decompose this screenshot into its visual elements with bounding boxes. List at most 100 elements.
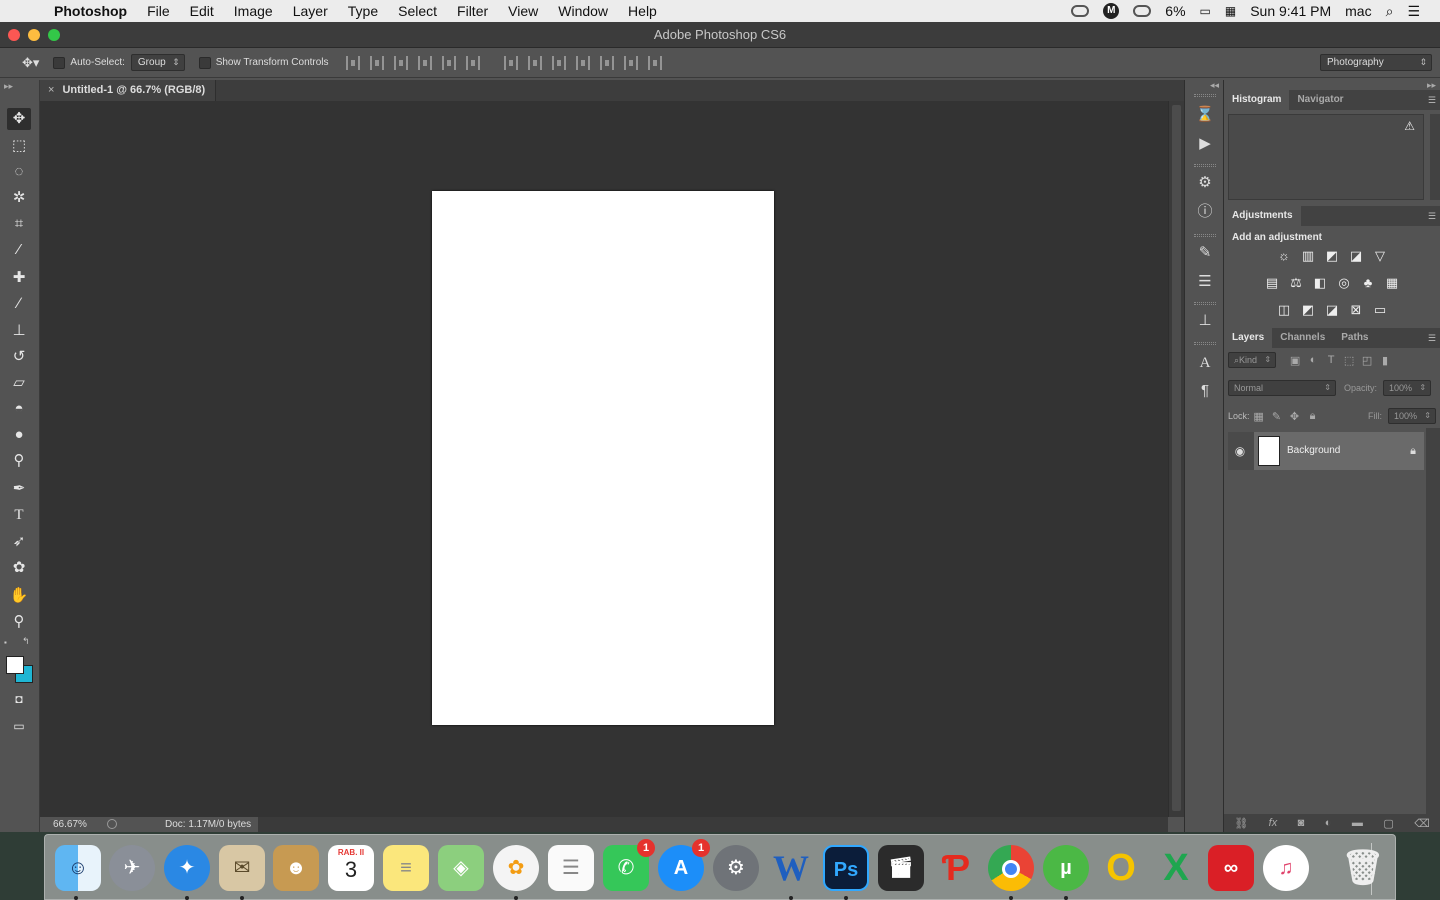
panel-dock-collapse-icon[interactable]: ▸▸	[1224, 80, 1440, 90]
launchpad-icon[interactable]: ✈	[109, 845, 155, 891]
filter-toggle-icon[interactable]: ▮	[1376, 354, 1394, 367]
menu-image[interactable]: Image	[224, 0, 283, 22]
menu-help[interactable]: Help	[618, 0, 667, 22]
system-preferences-icon[interactable]: ⚙	[713, 845, 759, 891]
new-adjustment-layer-icon[interactable]: ◐	[1325, 817, 1332, 829]
distribute-right-icon[interactable]	[623, 55, 638, 70]
menu-file[interactable]: File	[137, 0, 180, 22]
word-icon[interactable]: W	[768, 845, 814, 891]
zoom-window-button[interactable]	[48, 29, 60, 41]
filter-type-icon[interactable]: T	[1322, 354, 1340, 366]
menu-filter[interactable]: Filter	[447, 0, 498, 22]
blur-tool-icon[interactable]: ●	[7, 424, 31, 446]
curves-icon[interactable]: ◩	[1324, 248, 1340, 264]
filter-smart-object-icon[interactable]: ◰	[1358, 354, 1376, 367]
quick-select-tool-icon[interactable]: ✲	[7, 187, 31, 209]
panel-group-grip[interactable]	[1194, 94, 1216, 97]
path-selection-tool-icon[interactable]: ➶	[7, 531, 31, 553]
finder-icon[interactable]: ☺	[55, 845, 101, 891]
filter-shape-icon[interactable]: ⬚	[1340, 354, 1358, 367]
document-tab[interactable]: × Untitled-1 @ 66.7% (RGB/8)	[40, 80, 216, 101]
brush-panel-icon[interactable]: ✎	[1193, 242, 1217, 264]
auto-align-layers-icon[interactable]	[647, 55, 662, 70]
tab-adjustments[interactable]: Adjustments	[1224, 206, 1301, 226]
type-tool-icon[interactable]: T	[7, 504, 31, 526]
marquee-tool-icon[interactable]: ⬚	[7, 135, 31, 157]
paragraph-panel-icon[interactable]: ¶	[1193, 380, 1217, 402]
creative-cloud-icon[interactable]	[1071, 5, 1090, 17]
align-bottom-icon[interactable]	[393, 55, 408, 70]
contacts-icon[interactable]: ☻	[273, 845, 319, 891]
histogram-scrollbar[interactable]	[1430, 114, 1440, 200]
paint-bucket-tool-icon[interactable]: ◓	[7, 398, 31, 420]
adjustments-panel-menu-icon[interactable]: ☰	[1428, 206, 1436, 226]
layer-kind-filter[interactable]: ⌕Kind	[1228, 352, 1277, 368]
filter-adjustment-icon[interactable]: ◐	[1304, 354, 1322, 366]
align-left-icon[interactable]	[417, 55, 432, 70]
add-mask-icon[interactable]: ◙	[1298, 817, 1305, 829]
eyedropper-tool-icon[interactable]: ⁄	[7, 239, 31, 261]
close-window-button[interactable]	[8, 29, 20, 41]
exposure-icon[interactable]: ◪	[1348, 248, 1364, 264]
custom-shape-tool-icon[interactable]: ✿	[7, 557, 31, 579]
reminders-icon[interactable]: ☰	[548, 845, 594, 891]
lock-all-icon[interactable]: 🔒︎	[1304, 410, 1322, 423]
menu-layer[interactable]: Layer	[283, 0, 338, 22]
lock-image-icon[interactable]: ✎	[1268, 410, 1286, 423]
distribute-vcenter-icon[interactable]	[527, 55, 542, 70]
creative-cloud-app-icon[interactable]: ∞	[1208, 845, 1254, 891]
layers-panel-menu-icon[interactable]: ☰	[1428, 328, 1436, 348]
posterize-icon[interactable]: ◩	[1300, 302, 1316, 318]
share-status-icon[interactable]	[107, 819, 117, 829]
black-white-icon[interactable]: ◎	[1336, 275, 1352, 291]
layer-row[interactable]: ◉ Background 🔒︎	[1228, 432, 1424, 470]
vertical-scroll-thumb[interactable]	[1172, 105, 1181, 811]
menu-type[interactable]: Type	[338, 0, 388, 22]
fill-field[interactable]: 100%	[1387, 408, 1436, 424]
history-panel-icon[interactable]: ⌛	[1193, 104, 1217, 126]
clock[interactable]: Sun 9:41 PM	[1250, 3, 1331, 19]
mail-icon[interactable]: ✉	[219, 845, 265, 891]
gradient-map-triangle-icon[interactable]: ▽	[1372, 248, 1388, 264]
menu-window[interactable]: Window	[548, 0, 618, 22]
selective-color-icon[interactable]: ⊠	[1348, 302, 1364, 318]
actions-panel-icon[interactable]: ▶	[1193, 133, 1217, 155]
history-brush-tool-icon[interactable]: ↺	[7, 346, 31, 368]
hue-saturation-icon[interactable]: ⚖	[1288, 275, 1304, 291]
tab-channels[interactable]: Channels	[1272, 328, 1333, 348]
layer-visibility-eye-icon[interactable]: ◉	[1228, 432, 1252, 470]
layer-name[interactable]: Background	[1287, 432, 1340, 470]
align-right-icon[interactable]	[465, 55, 480, 70]
hand-tool-icon[interactable]: ✋	[7, 585, 31, 607]
filter-pixel-icon[interactable]: ▣	[1286, 354, 1304, 367]
swap-colors-icon[interactable]: ↰	[22, 636, 30, 647]
notification-center-icon[interactable]: ☰	[1407, 3, 1420, 20]
app-store-icon[interactable]: A1	[658, 839, 710, 891]
screen-mode-icon[interactable]: ▭	[7, 715, 31, 737]
spot-healing-tool-icon[interactable]: ✚	[7, 267, 31, 289]
align-vcenter-icon[interactable]	[369, 55, 384, 70]
brightness-contrast-icon[interactable]: ☼	[1276, 248, 1292, 264]
layer-lock-icon[interactable]: 🔒︎	[1410, 432, 1416, 470]
distribute-hcenter-icon[interactable]	[599, 55, 614, 70]
sync-icon[interactable]	[1133, 5, 1152, 17]
icon-panel-collapse-icon[interactable]: ◂◂	[1185, 80, 1223, 90]
opacity-field[interactable]: 100%	[1383, 380, 1432, 396]
facetime-icon[interactable]: ✆ 1	[603, 839, 655, 891]
photos-icon[interactable]: ✿	[493, 845, 539, 891]
3d-panel-icon[interactable]: ⚙	[1193, 172, 1217, 194]
character-panel-icon[interactable]: A	[1193, 352, 1217, 374]
channel-mixer-icon[interactable]: ▦	[1384, 275, 1400, 291]
clone-source-panel-icon[interactable]: ⊥	[1193, 310, 1217, 332]
panel-group-grip[interactable]	[1194, 342, 1216, 345]
utorrent-icon[interactable]: µ	[1043, 845, 1089, 891]
default-colors-icon[interactable]: ▪	[4, 638, 7, 647]
crop-tool-icon[interactable]: ⌗	[7, 213, 31, 235]
opera-icon[interactable]: O	[1098, 845, 1144, 891]
threshold-icon[interactable]: ◪	[1324, 302, 1340, 318]
m-status-icon[interactable]: M	[1103, 3, 1120, 19]
panel-group-grip[interactable]	[1194, 302, 1216, 305]
trash-icon[interactable]: 🗑︎	[1340, 845, 1386, 891]
vibrance-icon[interactable]: ▤	[1264, 275, 1280, 291]
tab-histogram[interactable]: Histogram	[1224, 90, 1290, 110]
